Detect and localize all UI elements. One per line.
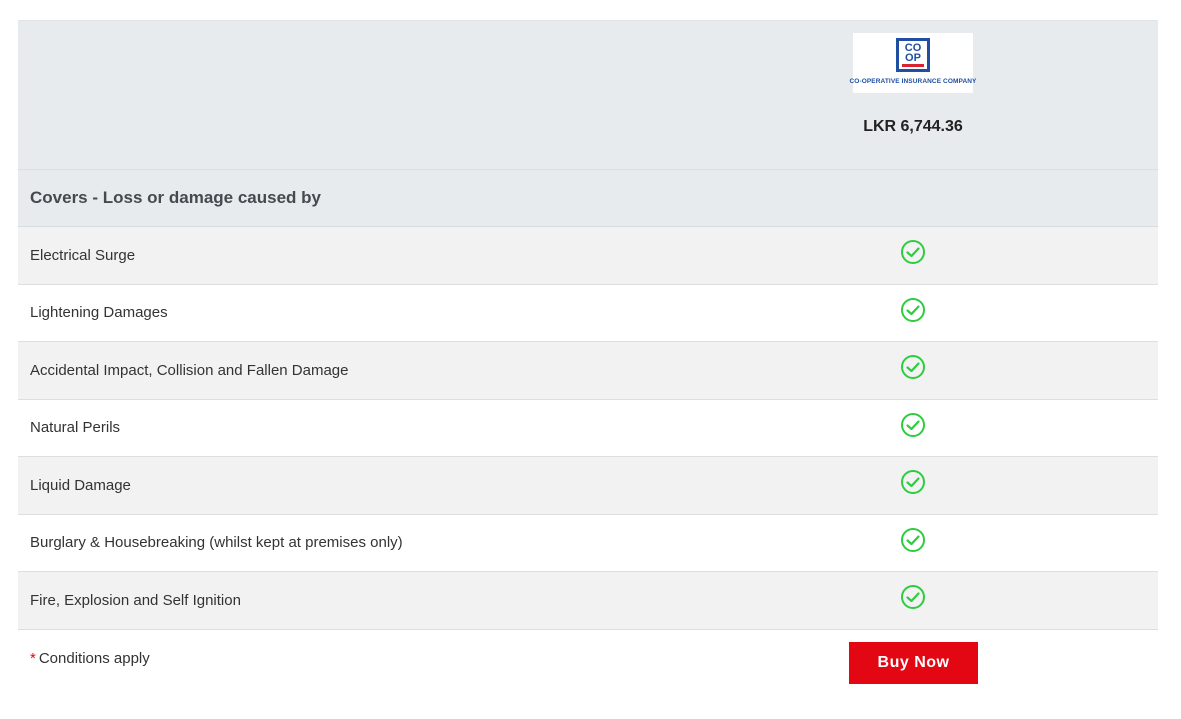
cover-label: Natural Perils: [30, 419, 121, 437]
table-row: Burglary & Housebreaking (whilst kept at…: [18, 514, 1158, 572]
cover-label: Fire, Explosion and Self Ignition: [30, 591, 241, 609]
logo-letters-bottom: OP: [905, 51, 921, 64]
logo-red-bar: [902, 63, 924, 67]
comparison-table: CO OP CO-OPERATIVE INSURANCE COMPANY LKR…: [18, 20, 1158, 700]
check-circle-icon: [901, 240, 925, 264]
asterisk: *: [30, 649, 36, 667]
cover-label: Liquid Damage: [30, 476, 131, 494]
check-circle-icon: [901, 355, 925, 379]
check-circle-icon: [901, 470, 925, 494]
table-row: Accidental Impact, Collision and Fallen …: [18, 342, 1158, 400]
premium-price: LKR 6,744.36: [863, 118, 963, 135]
coop-logo-mark: CO OP: [896, 38, 930, 72]
table-row: Natural Perils: [18, 399, 1158, 457]
table-row: Liquid Damage: [18, 457, 1158, 515]
check-circle-icon: [901, 412, 925, 437]
table-row: Electrical Surge: [18, 227, 1158, 285]
footer-row: * Conditions apply Buy Now: [18, 630, 1158, 700]
logo-letters-top: CO: [904, 41, 922, 54]
logo-caption: CO-OPERATIVE INSURANCE COMPANY: [849, 78, 977, 85]
cover-label: Burglary & Housebreaking (whilst kept at…: [30, 534, 403, 552]
section-title: Covers - Loss or damage caused by: [30, 188, 321, 207]
table-row: Fire, Explosion and Self Ignition: [18, 572, 1158, 630]
coop-logo: CO OP CO-OPERATIVE INSURANCE COMPANY: [850, 33, 976, 93]
check-circle-icon: [901, 585, 925, 609]
check-circle-icon: [901, 527, 925, 552]
provider-header: CO OP CO-OPERATIVE INSURANCE COMPANY LKR…: [18, 21, 1158, 170]
cover-label: Electrical Surge: [30, 246, 136, 264]
check-circle-icon: [901, 297, 925, 322]
cover-label: Accidental Impact, Collision and Fallen …: [30, 361, 349, 379]
table-row: Lightening Damages: [18, 284, 1158, 342]
cover-label: Lightening Damages: [30, 304, 168, 322]
buy-now-button[interactable]: Buy Now: [849, 641, 978, 684]
covers-section-header: Covers - Loss or damage caused by: [18, 170, 1158, 227]
conditions-note: * Conditions apply: [30, 650, 150, 667]
cover-rows: Electrical Surge Lightening Damages Accide…: [18, 227, 1158, 630]
conditions-text: Conditions apply: [38, 649, 150, 667]
